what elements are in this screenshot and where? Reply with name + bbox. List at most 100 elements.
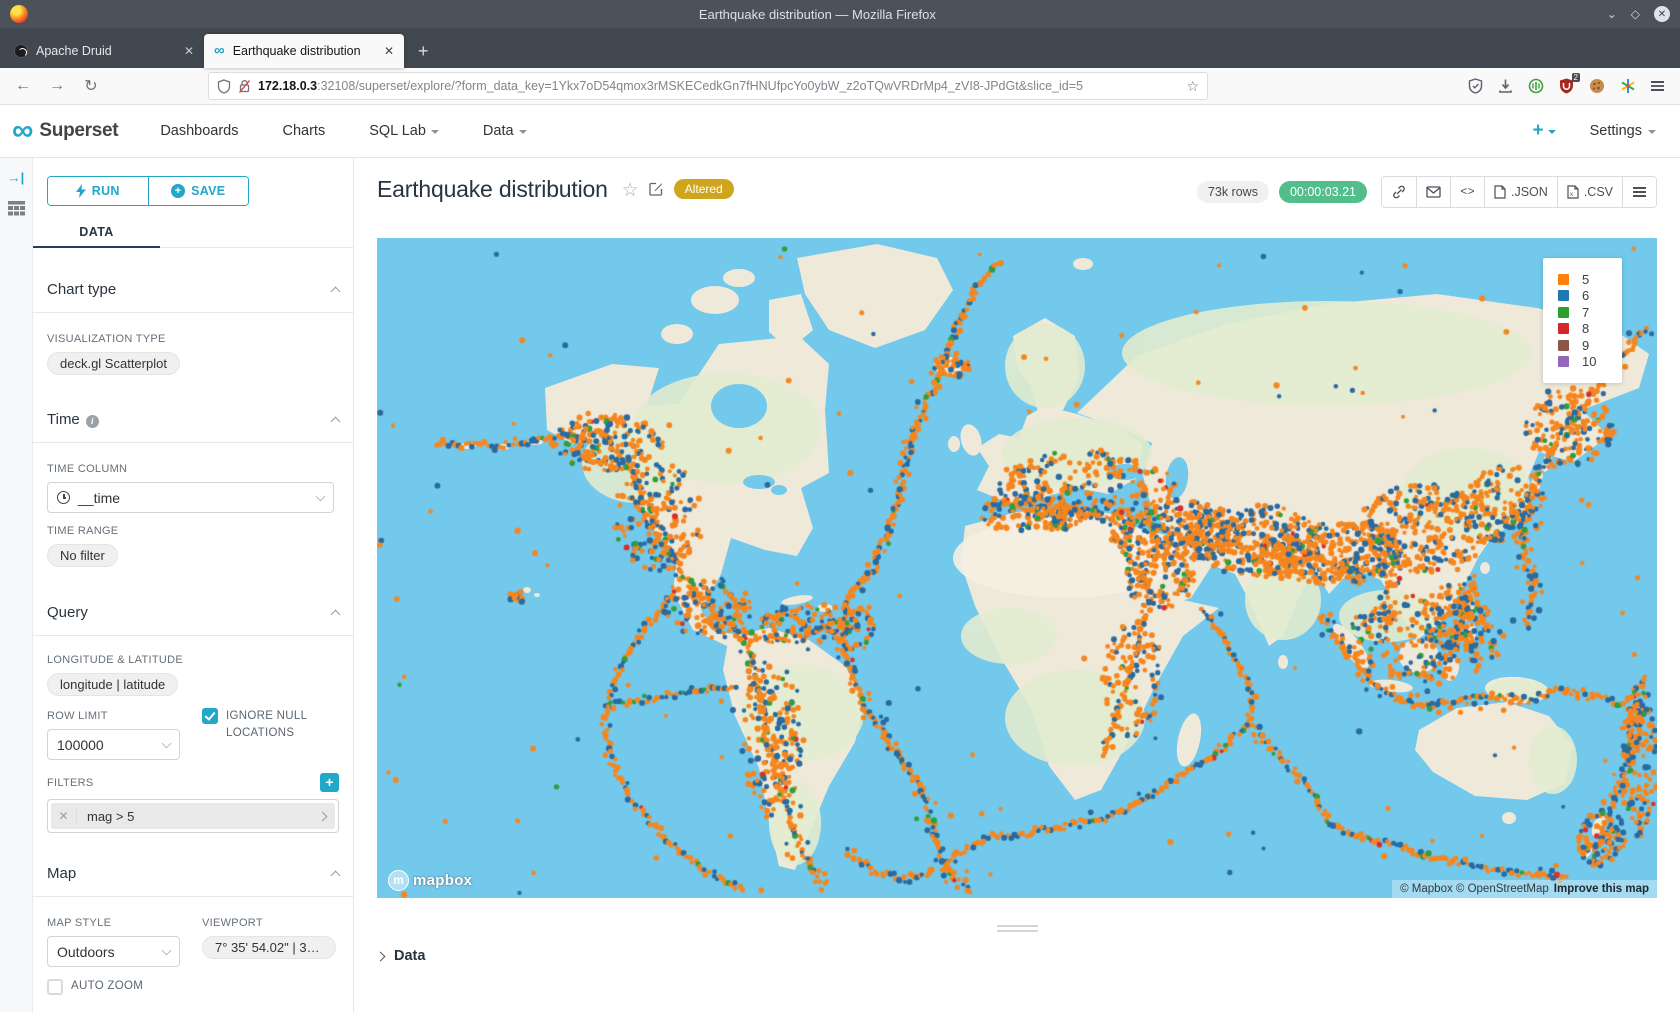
copy-link-button[interactable] (1382, 177, 1416, 207)
privacy-extension-icon[interactable] (1528, 78, 1544, 94)
panel-resize-handle[interactable] (997, 925, 1038, 932)
window-titlebar: Earthquake distribution — Mozilla Firefo… (0, 0, 1680, 28)
chevron-up-icon (331, 610, 341, 620)
navbar-item-sql-lab[interactable]: SQL Lab (369, 123, 439, 139)
section-chart-type[interactable]: Chart type (47, 281, 339, 298)
remove-filter-icon[interactable]: ✕ (51, 809, 77, 823)
legend-swatch (1558, 307, 1569, 318)
chart-area: Earthquake distribution ☆ Altered 73k ro… (354, 158, 1680, 1012)
new-item-button[interactable]: + (1532, 120, 1555, 142)
link-icon (1392, 185, 1406, 199)
navbar-item-charts[interactable]: Charts (283, 123, 326, 139)
expand-panel-icon[interactable]: →| (8, 170, 25, 185)
filters-label: FILTERS (47, 777, 94, 789)
save-circle-icon: + (171, 184, 185, 198)
embed-code-button[interactable]: <> (1450, 177, 1484, 207)
back-button[interactable]: ← (10, 77, 36, 95)
reload-button[interactable]: ↻ (78, 76, 104, 96)
superset-logo-icon: ∞ (12, 117, 33, 145)
control-panel: RUN + SAVE DATA Chart type VISUALIZATION… (33, 158, 354, 1012)
legend-label: 7 (1582, 305, 1589, 320)
ignore-null-checkbox[interactable] (202, 708, 218, 724)
info-icon: i (86, 415, 99, 428)
ignore-null-label: IGNORE NULL LOCATIONS (226, 708, 338, 742)
attribution-text[interactable]: © Mapbox © OpenStreetMap (1400, 883, 1549, 895)
browser-tab-earthquake[interactable]: ∞ Earthquake distribution ✕ (204, 34, 404, 68)
favorite-star-icon[interactable]: ☆ (622, 179, 639, 202)
tracking-shield-icon[interactable] (217, 79, 231, 94)
url-field[interactable]: 172.18.0.3:32108/superset/explore/?form_… (208, 72, 1208, 100)
envelope-icon (1426, 186, 1441, 198)
time-range-value[interactable]: No filter (47, 544, 118, 567)
time-column-select[interactable]: __time (47, 482, 334, 513)
section-map[interactable]: Map (47, 865, 339, 882)
legend-item: 9 (1558, 337, 1622, 354)
navbar-item-data[interactable]: Data (483, 123, 527, 139)
export-csv-button[interactable]: x .CSV (1557, 177, 1622, 207)
superset-logo[interactable]: ∞ Superset (0, 117, 132, 145)
viewport-value[interactable]: 7° 35' 54.02" | 31... (202, 936, 336, 959)
chevron-up-icon (331, 871, 341, 881)
window-minimize-icon[interactable]: ⌄ (1607, 7, 1617, 21)
window-title: Earthquake distribution — Mozilla Firefo… (28, 7, 1607, 22)
filters-box: ✕ mag > 5 (47, 799, 339, 833)
legend-item: 6 (1558, 288, 1622, 305)
tab-data[interactable]: DATA (33, 218, 160, 239)
filter-chip[interactable]: ✕ mag > 5 (51, 803, 335, 829)
window-maximize-icon[interactable]: ◇ (1631, 7, 1640, 21)
dataset-grid-icon[interactable] (8, 201, 25, 216)
legend-label: 9 (1582, 338, 1589, 353)
email-button[interactable] (1416, 177, 1450, 207)
protections-shield-icon[interactable] (1468, 78, 1483, 94)
legend-swatch (1558, 274, 1569, 285)
viz-type-value[interactable]: deck.gl Scatterplot (47, 352, 180, 375)
download-icon[interactable] (1498, 78, 1513, 94)
settings-menu[interactable]: Settings (1590, 123, 1656, 139)
viz-type-label: VISUALIZATION TYPE (47, 333, 339, 345)
row-limit-label: ROW LIMIT (47, 710, 202, 722)
time-column-label: TIME COLUMN (47, 463, 339, 475)
container-asterisk-icon[interactable] (1620, 78, 1636, 94)
save-button[interactable]: + SAVE (148, 177, 249, 205)
bookmark-star-icon[interactable]: ☆ (1186, 78, 1199, 95)
chevron-right-icon (376, 951, 386, 961)
druid-favicon (14, 44, 28, 58)
window-close-icon[interactable]: ✕ (1654, 6, 1670, 22)
expand-filter-icon[interactable] (319, 807, 335, 825)
viewport-label: VIEWPORT (202, 917, 338, 929)
new-tab-button[interactable]: + (418, 41, 429, 68)
tab-close-icon[interactable]: ✕ (384, 44, 394, 58)
improve-map-link[interactable]: Improve this map (1554, 883, 1649, 895)
legend-swatch (1558, 356, 1569, 367)
menu-hamburger-icon[interactable] (1651, 85, 1664, 87)
insecure-lock-icon[interactable] (238, 79, 251, 94)
time-range-label: TIME RANGE (47, 525, 339, 537)
legend-item: 5 (1558, 271, 1622, 288)
lonlat-label: LONGITUDE & LATITUDE (47, 654, 339, 666)
row-limit-select[interactable]: 100000 (47, 729, 180, 760)
chart-menu-button[interactable] (1622, 177, 1656, 207)
export-json-button[interactable]: .JSON (1484, 177, 1557, 207)
legend-swatch (1558, 290, 1569, 301)
run-button[interactable]: RUN (48, 177, 148, 205)
lonlat-value[interactable]: longitude | latitude (47, 673, 178, 696)
data-section-toggle[interactable]: Data (377, 948, 1680, 964)
edit-title-icon[interactable] (649, 181, 664, 196)
cookie-extension-icon[interactable] (1589, 78, 1605, 94)
legend-label: 6 (1582, 288, 1589, 303)
browser-tab-druid[interactable]: Apache Druid ✕ (4, 34, 204, 68)
auto-zoom-checkbox[interactable] (47, 979, 63, 995)
ublock-badge: 2 (1572, 73, 1580, 82)
navbar-item-dashboards[interactable]: Dashboards (160, 123, 238, 139)
altered-badge[interactable]: Altered (674, 179, 734, 199)
section-time[interactable]: Timei (47, 411, 339, 428)
mapbox-logo[interactable]: m mapbox (388, 870, 472, 891)
earthquake-scatter-layer (377, 238, 1657, 898)
section-query[interactable]: Query (47, 604, 339, 621)
deckgl-map[interactable]: 5678910 m mapbox © Mapbox © OpenStreetMa… (377, 238, 1657, 898)
navbar-menu: Dashboards Charts SQL Lab Data (160, 123, 526, 139)
forward-button[interactable]: → (44, 77, 70, 95)
tab-close-icon[interactable]: ✕ (184, 44, 194, 58)
map-style-select[interactable]: Outdoors (47, 936, 180, 967)
add-filter-button[interactable]: + (320, 773, 339, 792)
